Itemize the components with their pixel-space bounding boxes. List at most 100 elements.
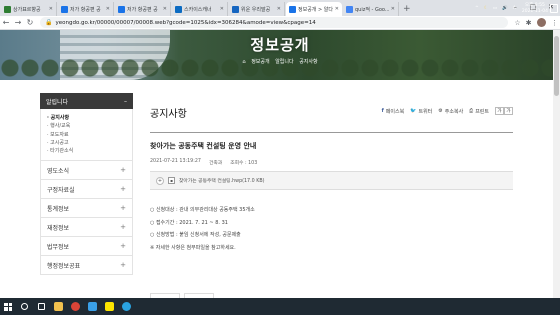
print-label: 프린트 <box>475 108 489 115</box>
post-department: 건축과 <box>208 161 223 166</box>
twitter-share-button[interactable]: 🐦 트위터 <box>410 108 432 115</box>
post-views: 조회수 : 103 <box>230 161 258 166</box>
browser-tab[interactable]: 저가 항공편 공 ✕ <box>58 2 114 16</box>
breadcrumb-item[interactable]: 알립니다 <box>275 59 293 65</box>
link-icon: ⚙ <box>438 108 443 114</box>
tab-close-icon[interactable]: ✕ <box>49 6 53 12</box>
start-button[interactable] <box>0 298 16 315</box>
tab-title: 정보공개 > 알다 <box>298 6 333 13</box>
task-view-taskbar-button[interactable] <box>33 298 50 315</box>
plus-icon[interactable]: + <box>120 242 126 250</box>
plus-icon[interactable]: + <box>120 166 126 174</box>
sidebar-item-label: 법무정보 <box>47 243 70 251</box>
submenu-item-other-agencies[interactable]: · 타기관소식 <box>47 147 126 155</box>
file-explorer-taskbar-button[interactable] <box>50 298 67 315</box>
kakaotalk-taskbar-button[interactable] <box>101 298 118 315</box>
ime-indicator[interactable]: A <box>513 6 516 11</box>
submenu-item-notice[interactable]: · 공지사항 <box>47 114 126 122</box>
plus-icon[interactable]: + <box>120 261 126 269</box>
submenu-item-events[interactable]: · 행사/교육 <box>47 122 126 130</box>
tab-close-icon[interactable]: ✕ <box>163 6 167 12</box>
tab-close-icon[interactable]: ✕ <box>220 6 224 12</box>
font-increase-button[interactable]: 가 <box>495 107 504 115</box>
tab-close-icon[interactable]: ✕ <box>106 6 110 12</box>
plus-icon[interactable]: + <box>120 185 126 193</box>
vertical-scrollbar[interactable] <box>553 30 560 298</box>
hwp-taskbar-button[interactable] <box>84 298 101 315</box>
new-tab-button[interactable]: + <box>403 2 411 16</box>
back-icon[interactable]: ← <box>0 18 12 27</box>
system-tray: ^ ☾ ▭ 🔊 A 오후 8:55 2021-11-04 <box>470 0 548 17</box>
browser-tab[interactable]: 스카이스캐너 ✕ <box>172 2 228 16</box>
tab-close-icon[interactable]: ✕ <box>391 6 395 12</box>
plus-icon[interactable]: + <box>120 223 126 231</box>
favicon-icon <box>232 5 239 13</box>
profile-avatar[interactable] <box>537 18 546 27</box>
sidebar-item-legal[interactable]: 법무정보 + <box>40 237 133 257</box>
breadcrumb-item[interactable]: 공지사항 <box>299 59 317 65</box>
sidebar-item-news[interactable]: 영도소식 + <box>40 161 133 181</box>
star-icon[interactable]: ☆ <box>512 19 523 27</box>
search-taskbar-button[interactable] <box>16 298 33 315</box>
browser-toolbar: ← → ↻ 🔒 yeongdo.go.kr/00000/00007/00008.… <box>0 16 560 30</box>
volume-icon[interactable]: 🔊 <box>502 6 508 11</box>
submenu-item-press[interactable]: · 보도자료 <box>47 131 126 139</box>
home-icon[interactable]: ⌂ <box>242 59 245 65</box>
browser-tab[interactable]: 위운 우리말공 ✕ <box>229 2 285 16</box>
reload-icon[interactable]: ↻ <box>24 18 36 27</box>
network-icon[interactable]: ▭ <box>493 6 497 11</box>
edge-icon <box>122 302 131 311</box>
sidebar-item-label: 영도소식 <box>47 167 70 175</box>
page-title: 공지사항 <box>150 109 187 120</box>
post-body: ○ 신청대상 : 관내 의무관리대상 공동주택 35개소 ○ 접수기간 : 20… <box>150 206 255 256</box>
clock[interactable]: 오후 8:55 2021-11-04 <box>522 3 548 15</box>
address-bar[interactable]: 🔒 yeongdo.go.kr/00000/00007/00008.web?gc… <box>40 17 508 28</box>
facebook-icon: f <box>381 108 384 114</box>
breadcrumb: ⌂ 정보공개 알립니다 공지사항 <box>0 58 560 65</box>
moon-icon[interactable]: ☾ <box>484 6 488 11</box>
print-button[interactable]: ⎙ 프린트 <box>469 108 489 115</box>
favicon-icon <box>289 5 296 13</box>
tab-close-icon[interactable]: ✕ <box>277 6 281 12</box>
attachment-link[interactable]: 찾아가는 공동주택 컨설팅.hwp(17.0 KB) <box>179 177 265 184</box>
browser-tab[interactable]: quiz적 - Goo... ✕ <box>343 2 399 16</box>
scrollbar-thumb[interactable] <box>554 36 559 96</box>
sidebar-item-finance[interactable]: 재정정보 + <box>40 218 133 238</box>
url-text[interactable]: yeongdo.go.kr/00000/00007/00008.web?gcod… <box>55 20 315 26</box>
file-icon: ▪ <box>168 177 175 184</box>
submenu-item-announcements[interactable]: · 고시공고 <box>47 139 126 147</box>
edge-taskbar-button[interactable] <box>118 298 135 315</box>
browser-tab[interactable]: 상가표르향공 ✕ <box>1 2 57 16</box>
extensions-icon[interactable]: ✱ <box>523 19 534 27</box>
chevron-up-icon[interactable]: ^ <box>475 6 479 11</box>
sidebar-item-label: 통계정보 <box>47 205 70 213</box>
kakaotalk-icon <box>105 302 114 311</box>
sidebar: 알립니다 – · 공지사항 · 행사/교육 · 보도자료 · 고시공고 · 타기… <box>40 93 133 298</box>
browser-tab[interactable]: 저가 항공편 공 ✕ <box>115 2 171 16</box>
body-line: ○ 신청대상 : 관내 의무관리대상 공동주택 35개소 <box>150 207 255 213</box>
post-date: 2021-07-21 13:19:27 <box>150 159 201 164</box>
menu-icon[interactable]: ⋮ <box>549 19 560 27</box>
browser-tab[interactable]: 정보공개 > 알다 ✕ <box>286 2 342 16</box>
breadcrumb-item[interactable]: 정보공개 <box>251 59 269 65</box>
sidebar-header[interactable]: 알립니다 – <box>40 93 133 109</box>
plus-icon[interactable]: + <box>120 204 126 212</box>
collapse-icon[interactable]: – <box>124 98 127 105</box>
lock-icon[interactable]: 🔒 <box>45 19 52 26</box>
forward-icon[interactable]: → <box>12 18 24 27</box>
body-line: ○ 접수기간 : 2021. 7. 21 ~ 8. 31 <box>150 219 228 226</box>
post-meta: 2021-07-21 13:19:27 건축과 조회수 : 103 <box>150 159 265 166</box>
sidebar-item-disclosure[interactable]: 행정정보공표 + <box>40 256 133 276</box>
twitter-icon: 🐦 <box>410 108 417 114</box>
sidebar-item-label: 행정정보공표 <box>47 262 81 270</box>
copy-url-button[interactable]: ⚙ 주소복사 <box>438 108 463 115</box>
chrome-icon <box>71 302 80 311</box>
notification-icon[interactable] <box>550 4 558 13</box>
tab-close-icon[interactable]: ✕ <box>335 6 339 12</box>
font-decrease-button[interactable]: 가 <box>504 107 513 115</box>
sidebar-item-statistics[interactable]: 통계정보 + <box>40 199 133 219</box>
sidebar-item-archive[interactable]: 구정자료실 + <box>40 180 133 200</box>
favicon-icon <box>175 5 182 13</box>
facebook-share-button[interactable]: f 페이스북 <box>382 108 405 115</box>
chrome-taskbar-button[interactable] <box>67 298 84 315</box>
